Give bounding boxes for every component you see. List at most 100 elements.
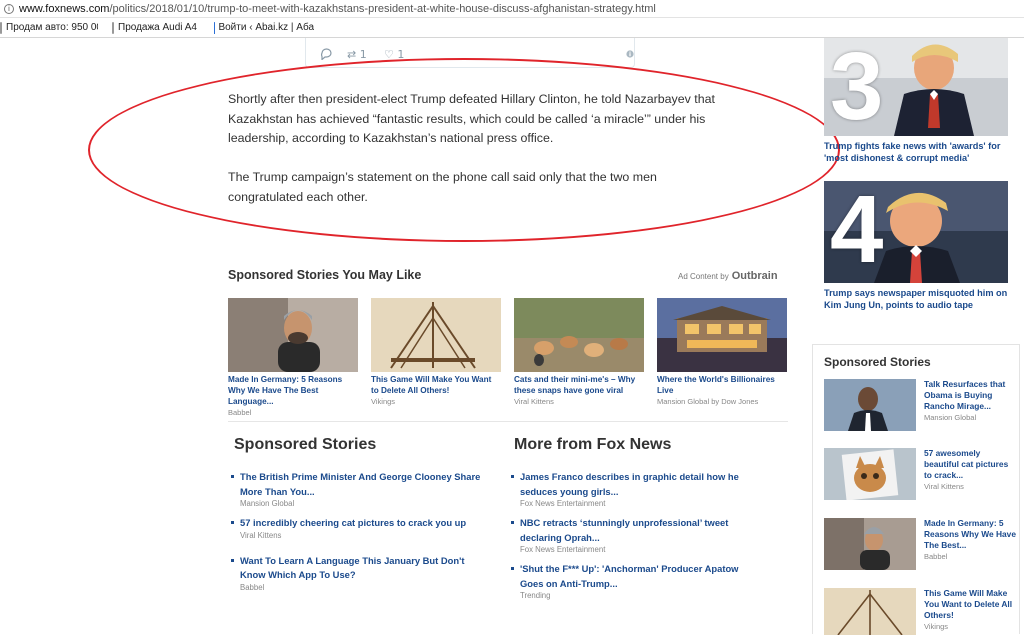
story-image: 3: [824, 38, 1008, 136]
rail-item-title: Made In Germany: 5 Reasons Why We Have T…: [924, 518, 1016, 562]
rail-item-title: 57 awesomely beautiful cat pictures to c…: [924, 448, 1016, 492]
list-item-headline: Want To Learn A Language This January Bu…: [240, 554, 483, 583]
like-count: 1: [397, 48, 404, 61]
sponsored-card[interactable]: Made In Germany: 5 Reasons Why We Have T…: [228, 298, 358, 417]
rail-item-image: [824, 518, 916, 570]
sponsored-stories-heading: Sponsored Stories: [234, 436, 376, 454]
rail-item-source: Viral Kittens: [924, 481, 1016, 492]
card-source: Vikings: [371, 397, 501, 406]
list-item[interactable]: James Franco describes in graphic detail…: [508, 470, 763, 508]
bookmarks-bar: Продам авто: 950 00 Продажа Audi A4 19 В…: [0, 18, 1024, 38]
sponsored-heading: Sponsored Stories You May Like: [228, 268, 421, 282]
retweet-button[interactable]: ⇄ 1: [347, 48, 367, 61]
bullet: [511, 521, 514, 524]
story-image: 4: [824, 181, 1008, 283]
story-number: 4: [830, 181, 883, 283]
document-icon: [0, 22, 2, 34]
reply-icon[interactable]: [320, 48, 333, 63]
sponsored-card[interactable]: Where the World's Billionaires Live Mans…: [657, 298, 787, 406]
rail-item-source: Vikings: [924, 621, 1016, 632]
list-item[interactable]: Want To Learn A Language This January Bu…: [228, 554, 483, 592]
card-image: [514, 298, 644, 372]
rail-item-headline: Talk Resurfaces that Obama is Buying Ran…: [924, 379, 1005, 411]
ad-label: Ad Content by: [678, 272, 729, 281]
url-host: www.foxnews.com: [19, 3, 109, 15]
sponsored-card[interactable]: Cats and their mini-me's – Why these sna…: [514, 298, 644, 406]
embedded-tweet-footer: ⇄ 1 ♡ 1: [305, 38, 635, 68]
divider: [228, 421, 788, 422]
info-icon[interactable]: i: [4, 4, 14, 14]
bookmark-label: Продам авто: 950 00: [6, 22, 98, 33]
card-image: [371, 298, 501, 372]
info-icon[interactable]: [626, 48, 634, 61]
rail-sponsored-title: Sponsored Stories: [824, 355, 931, 369]
card-image: [657, 298, 787, 372]
bookmark-label: Продажа Audi A4 19: [118, 22, 200, 33]
card-title: Cats and their mini-me's – Why these sna…: [514, 374, 644, 396]
list-item-headline: NBC retracts ‘stunningly unprofessional’…: [520, 516, 763, 545]
bullet: [231, 559, 234, 562]
list-item[interactable]: 57 incredibly cheering cat pictures to c…: [228, 516, 483, 540]
bullet: [511, 475, 514, 478]
list-item-source: Trending: [520, 591, 763, 600]
sponsored-card[interactable]: This Game Will Make You Want to Delete A…: [371, 298, 501, 406]
rail-item-headline: Made In Germany: 5 Reasons Why We Have T…: [924, 518, 1016, 550]
like-button[interactable]: ♡ 1: [384, 48, 404, 61]
article-paragraph: Shortly after then president-elect Trump…: [228, 90, 728, 149]
story-caption: Trump says newspaper misquoted him on Ki…: [824, 287, 1008, 311]
list-item-source: Fox News Entertainment: [520, 545, 763, 554]
retweet-count: 1: [360, 48, 367, 61]
card-title: Made In Germany: 5 Reasons Why We Have T…: [228, 374, 358, 407]
bullet: [231, 475, 234, 478]
outbrain-logo: Outbrain: [732, 270, 778, 282]
bookmark-label: Войти ‹ Abai.kz | Аба: [218, 22, 314, 33]
bookmark-3[interactable]: Войти ‹ Abai.kz | Аба: [214, 22, 314, 34]
url-path: /politics/2018/01/10/trump-to-meet-with-…: [109, 3, 655, 15]
more-from-fox-heading: More from Fox News: [514, 436, 671, 454]
rail-item-image: [824, 379, 916, 431]
document-icon: [112, 22, 114, 34]
list-item-headline: James Franco describes in graphic detail…: [520, 470, 763, 499]
card-source: Viral Kittens: [514, 397, 644, 406]
card-image: [228, 298, 358, 372]
rail-item-source: Mansion Global: [924, 412, 1016, 423]
card-title: Where the World's Billionaires Live: [657, 374, 787, 396]
list-item[interactable]: 'Shut the F*** Up': 'Anchorman' Producer…: [508, 562, 763, 600]
rail-item-title: Talk Resurfaces that Obama is Buying Ran…: [924, 379, 1016, 423]
article-body: Shortly after then president-elect Trump…: [228, 90, 728, 227]
list-item[interactable]: NBC retracts ‘stunningly unprofessional’…: [508, 516, 763, 554]
rail-sponsored-box: Sponsored Stories Talk Resurfaces that O…: [812, 344, 1020, 634]
rail-item-source: Babbel: [924, 551, 1016, 562]
numbered-story[interactable]: 3 Trump fights fake news with 'awards' f…: [824, 38, 1008, 164]
bullet: [231, 521, 234, 524]
list-item-source: Mansion Global: [240, 499, 483, 508]
list-item-headline: 57 incredibly cheering cat pictures to c…: [240, 516, 483, 531]
ad-content-label[interactable]: Ad Content by Outbrain: [678, 270, 778, 282]
card-source: Babbel: [228, 408, 358, 417]
story-caption: Trump fights fake news with 'awards' for…: [824, 140, 1008, 164]
more-from-fox-list: James Franco describes in graphic detail…: [508, 470, 763, 600]
rail-item-image: [824, 448, 916, 500]
list-item-source: Babbel: [240, 583, 483, 592]
story-number: 3: [830, 38, 883, 136]
sponsored-stories-list: The British Prime Minister And George Cl…: [228, 470, 483, 592]
bookmark-2[interactable]: Продажа Audi A4 19: [112, 22, 200, 34]
list-item-source: Fox News Entertainment: [520, 499, 763, 508]
rail-item-image: [824, 588, 916, 635]
card-source: Mansion Global by Dow Jones: [657, 397, 787, 406]
bullet: [511, 567, 514, 570]
list-item[interactable]: The British Prime Minister And George Cl…: [228, 470, 483, 508]
list-item-source: Viral Kittens: [240, 531, 483, 540]
list-item-headline: 'Shut the F*** Up': 'Anchorman' Producer…: [520, 562, 763, 591]
rail-item-title: This Game Will Make You Want to Delete A…: [924, 588, 1016, 632]
retweet-icon: ⇄: [347, 48, 356, 61]
list-item-headline: The British Prime Minister And George Cl…: [240, 470, 483, 499]
numbered-story[interactable]: 4 Trump says newspaper misquoted him on …: [824, 181, 1008, 311]
bookmark-1[interactable]: Продам авто: 950 00: [0, 22, 98, 34]
rail-item-headline: 57 awesomely beautiful cat pictures to c…: [924, 448, 1008, 480]
address-bar[interactable]: i www.foxnews.com/politics/2018/01/10/tr…: [0, 0, 1024, 18]
card-title: This Game Will Make You Want to Delete A…: [371, 374, 501, 396]
article-paragraph: The Trump campaign’s statement on the ph…: [228, 168, 728, 207]
rail-item-headline: This Game Will Make You Want to Delete A…: [924, 588, 1012, 620]
heart-icon: ♡: [384, 48, 394, 61]
